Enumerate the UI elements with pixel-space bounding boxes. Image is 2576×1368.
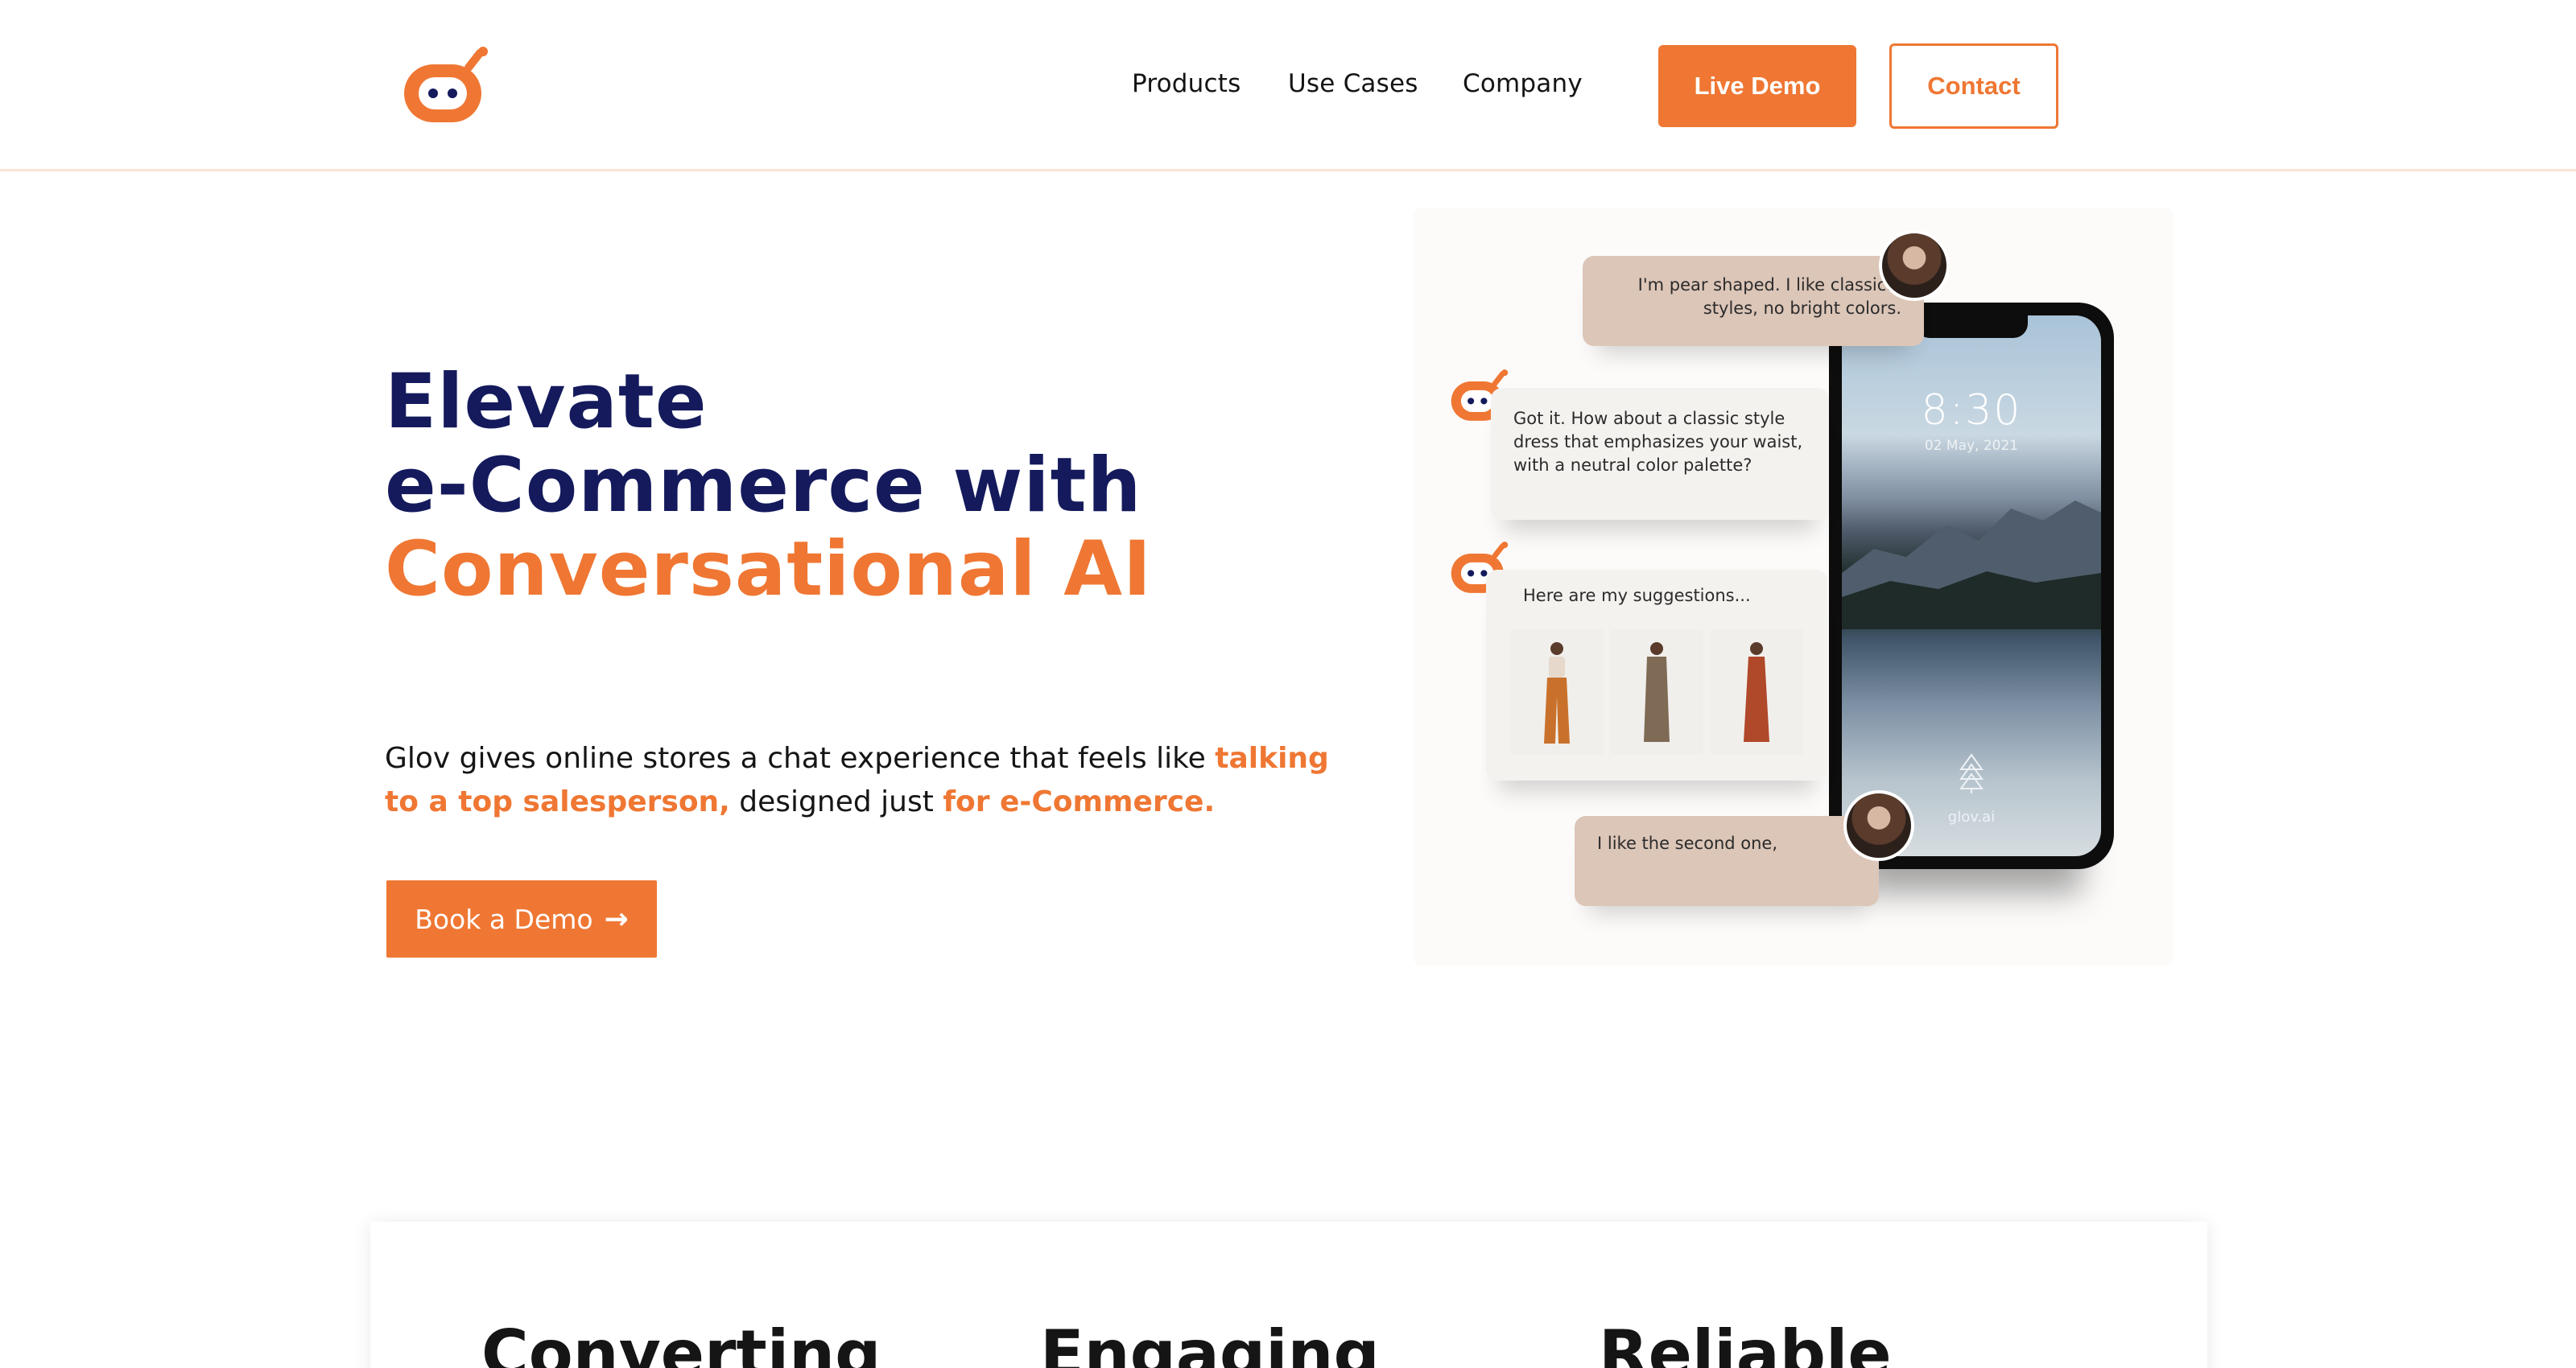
live-demo-button[interactable]: Live Demo [1658,45,1856,127]
hero-title: Elevate e-Commerce with Conversational A… [385,361,1152,612]
bot-message-text: Got it. How about a classic style dress … [1513,409,1803,475]
nav-company[interactable]: Company [1463,69,1583,98]
user-message-bubble: I'm pear shaped. I like classical styles… [1583,256,1924,346]
product-card[interactable] [1710,629,1803,755]
bot-suggestions-text: Here are my suggestions... [1523,586,1751,605]
user-message-text: I like the second one, [1597,834,1778,853]
nav-products[interactable]: Products [1132,69,1241,98]
bot-message-bubble: Got it. How about a classic style dress … [1491,388,1829,520]
user-message-text: I'm pear shaped. I like classical styles… [1637,275,1901,318]
contact-button[interactable]: Contact [1889,43,2058,129]
hero-description: Glov gives online stores a chat experien… [385,737,1335,824]
hero-title-line-2: e-Commerce with [385,442,1142,529]
hero-desc-highlight-2: for e-Commerce. [943,785,1216,818]
book-demo-label: Book a Demo [415,903,593,935]
product-suggestions [1510,629,1803,755]
product-card[interactable] [1610,629,1703,755]
model-image [1744,642,1769,742]
hero-desc-text-2: designed just [729,785,943,818]
hero-title-line-1: Elevate [385,358,708,446]
hero-title-line-3: Conversational AI [385,525,1153,613]
book-demo-button[interactable]: Book a Demo → [386,880,657,958]
hero-desc-text-1: Glov gives online stores a chat experien… [385,742,1216,775]
site-header: Products Use Cases Company Live Demo Con… [0,0,2576,171]
user-avatar [1843,790,1914,861]
feature-reliable: Reliable [1599,1316,1892,1368]
phone-mockup: 8:30 02 May, 2021 glov.ai [1829,303,2114,869]
user-avatar [1879,230,1950,301]
feature-converting: Converting [481,1316,881,1368]
mountain-landscape-image [1842,501,2101,629]
phone-time: 8:30 [1921,386,2022,435]
phone-screen: 8:30 02 May, 2021 glov.ai [1842,315,2101,856]
phone-notch [1915,315,2028,338]
robot-face-icon[interactable] [401,47,496,127]
feature-engaging: Engaging [1040,1316,1380,1368]
tree-logo-icon [1959,753,1984,793]
arrow-right-icon: → [604,902,629,936]
product-card[interactable] [1510,629,1604,755]
model-image [1644,642,1670,742]
user-message-bubble: I like the second one, [1575,816,1879,906]
phone-date: 02 May, 2021 [1924,438,2019,454]
model-image [1544,642,1570,744]
nav-use-cases[interactable]: Use Cases [1288,69,1418,98]
features-card: Converting Engaging Reliable [370,1222,2207,1368]
